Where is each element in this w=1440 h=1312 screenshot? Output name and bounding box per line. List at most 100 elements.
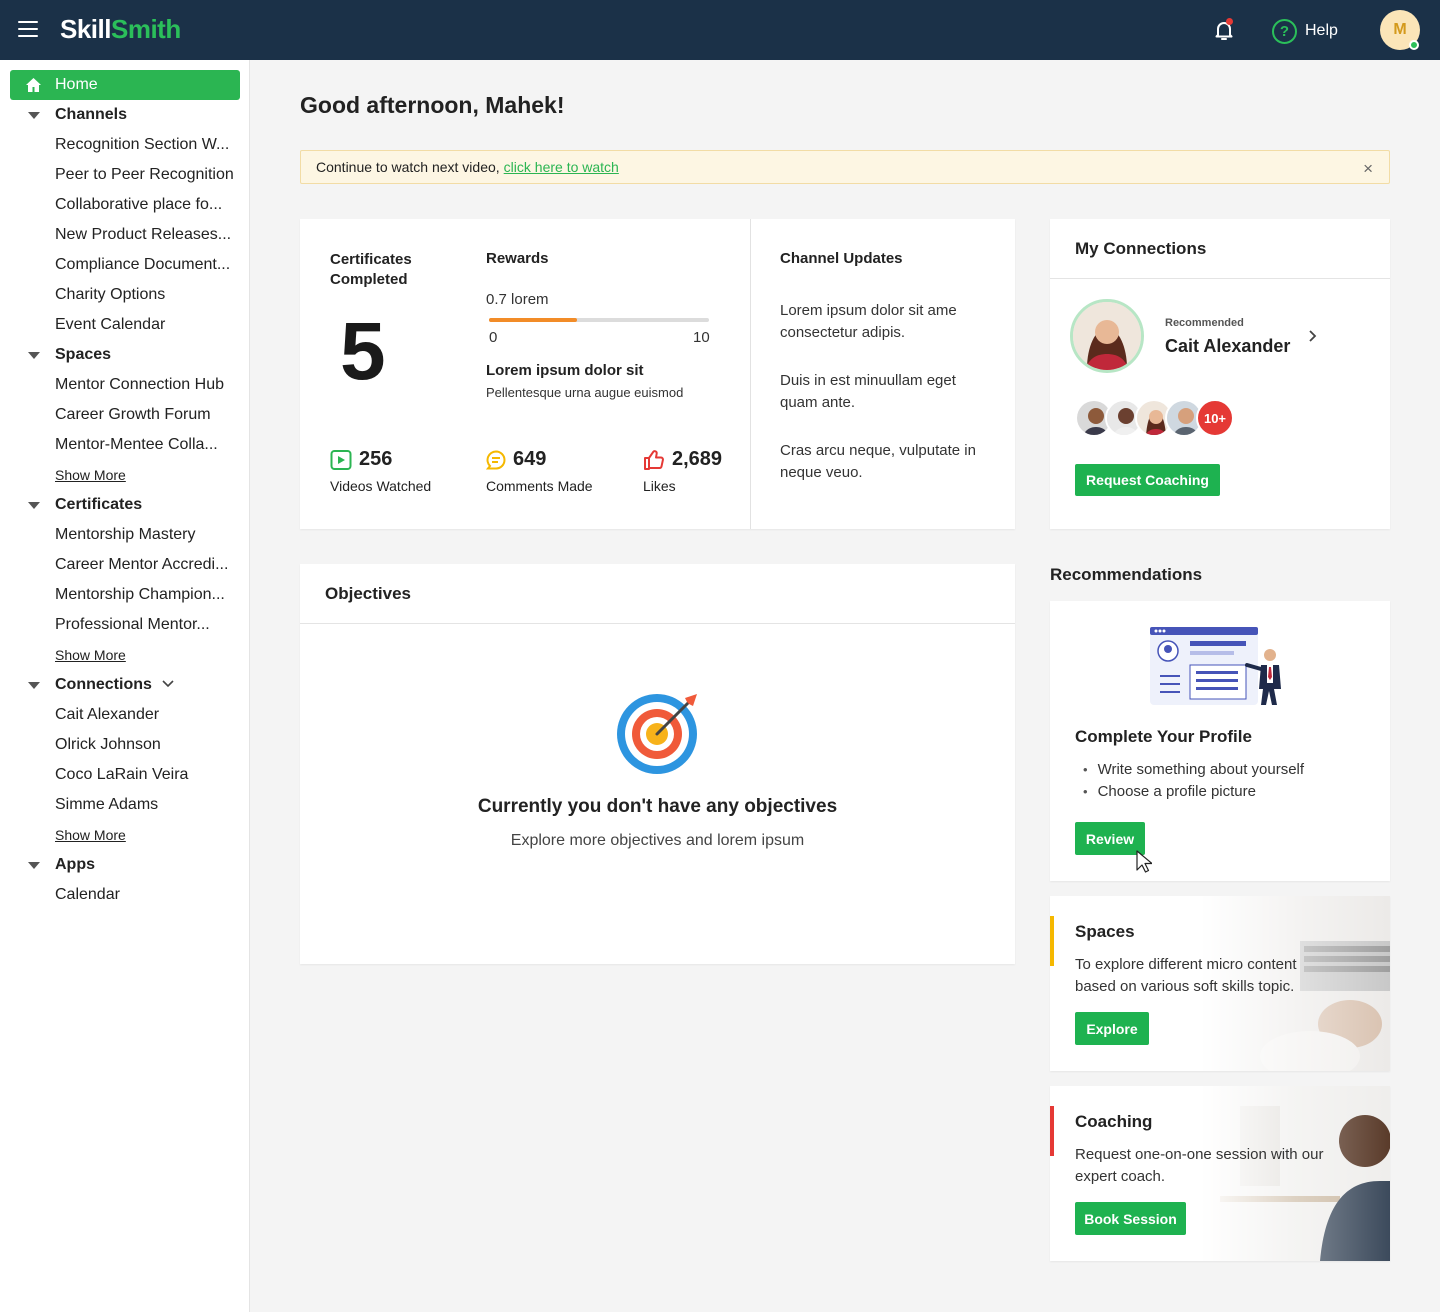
sidebar-item-channel[interactable]: Event Calendar [55,310,240,340]
app-logo[interactable]: SkillSmith [60,14,181,45]
coaching-accent-bar [1050,1106,1054,1156]
comments-count: 649 [513,448,547,470]
caret-down-icon [28,861,40,869]
sidebar-item-connection[interactable]: Olrick Johnson [55,730,240,760]
help-icon: ? [1272,18,1297,44]
sidebar-item-channel[interactable]: Recognition Section W... [55,130,240,160]
section-title: Certificates [55,496,143,513]
stats-card: Certificates Completed 5 Rewards 0.7 lor… [300,219,1015,529]
videos-count: 256 [359,448,393,470]
profile-todo-item: Write something about yourself [1083,759,1305,781]
top-bar: SkillSmith ? Help M [0,0,1440,60]
close-icon[interactable]: × [1363,159,1373,179]
empty-objectives-title: Currently you don't have any objectives [477,796,838,817]
sidebar-item-home[interactable]: Home [10,70,240,100]
videos-label: Videos Watched [330,478,432,494]
home-icon [26,78,41,92]
recommended-avatar[interactable] [1070,299,1144,373]
channel-updates-title: Channel Updates [780,250,903,267]
sidebar-item-certificate[interactable]: Career Mentor Accredi... [55,550,240,580]
objectives-card: Objectives Currently you don't have any … [300,564,1015,964]
progress-min: 0 [489,329,498,346]
sidebar-item-channel[interactable]: Collaborative place fo... [55,190,240,220]
section-title: Spaces [55,346,112,363]
help-button[interactable]: ? Help [1272,18,1338,44]
sidebar-item-channel[interactable]: Peer to Peer Recognition [55,160,240,190]
likes-label: Likes [643,478,676,494]
profile-illustration [1150,627,1281,705]
channel-update-item[interactable]: Lorem ipsum dolor sit ame consectetur ad… [780,300,990,344]
logo-text-smith: Smith [110,14,181,44]
menu-icon[interactable] [18,21,38,39]
sidebar-item-connection[interactable]: Cait Alexander [55,700,240,730]
sidebar-item-channel[interactable]: Compliance Document... [55,250,240,280]
review-button[interactable]: Review [1075,822,1145,855]
section-title: Channels [55,106,128,123]
channel-update-item[interactable]: Duis in est minuullam eget quam ante. [780,370,990,414]
comments-stat: 649 [486,448,546,471]
certificates-count: 5 [340,306,386,397]
recommendations-heading: Recommendations [1050,565,1203,584]
watch-link[interactable]: click here to watch [504,159,619,175]
connections-show-more-link[interactable]: Show More [55,827,126,843]
sidebar-item-certificate[interactable]: Mentorship Mastery [55,520,240,550]
likes-count: 2,689 [672,448,723,470]
rewards-label: Rewards [486,250,549,267]
comments-label: Comments Made [486,478,593,494]
sidebar-item-app[interactable]: Calendar [55,880,240,910]
reward-progress-bar [489,318,709,322]
coaching-card-text: Request one-on-one session with our expe… [1075,1146,1324,1185]
likes-stat: 2,689 [643,448,722,471]
my-connections-card: My Connections Recommended Cait Alexande… [1050,219,1390,529]
certificates-label: Certificates Completed [330,251,412,288]
sidebar-section-certificates[interactable]: Certificates [0,490,250,520]
channel-update-item[interactable]: Cras arcu neque, vulputate in neque veuo… [780,440,990,484]
sidebar-item-certificate[interactable]: Mentorship Champion... [55,580,240,610]
sidebar-section-spaces[interactable]: Spaces [0,340,250,370]
help-label: Help [1305,22,1338,39]
connections-title: My Connections [1075,239,1207,258]
sidebar-section-connections[interactable]: Connections [0,670,250,700]
notification-dot [1226,18,1233,25]
recommended-name[interactable]: Cait Alexander [1165,336,1290,357]
section-title: Connections [55,676,152,693]
reward-progress-fill [489,318,577,322]
sidebar-section-channels[interactable]: Channels [0,100,250,130]
spaces-show-more-link[interactable]: Show More [55,467,126,483]
more-connections-badge[interactable]: 10+ [1196,399,1234,437]
sidebar-item-connection[interactable]: Simme Adams [55,790,240,820]
sidebar-section-apps[interactable]: Apps [0,850,250,880]
request-coaching-button[interactable]: Request Coaching [1075,464,1220,496]
chevron-down-icon[interactable] [162,680,174,688]
sidebar-item-certificate[interactable]: Professional Mentor... [55,610,240,640]
section-title: Apps [55,856,95,873]
book-session-button[interactable]: Book Session [1075,1202,1186,1235]
sidebar-item-space[interactable]: Mentor Connection Hub [55,370,240,400]
explore-button[interactable]: Explore [1075,1012,1149,1045]
sidebar-item-channel[interactable]: Charity Options [55,280,240,310]
continue-watching-banner: Continue to watch next video, click here… [300,150,1390,184]
spaces-card-text: To explore different micro content based… [1075,956,1297,995]
sidebar-item-channel[interactable]: New Product Releases... [55,220,240,250]
coaching-card: Coaching Request one-on-one session with… [1050,1086,1390,1261]
sidebar-item-label: Home [55,76,98,93]
sidebar-item-space[interactable]: Career Growth Forum [55,400,240,430]
spaces-card-title: Spaces [1075,922,1135,941]
complete-profile-card: Complete Your Profile Write something ab… [1050,601,1390,881]
profile-card-title: Complete Your Profile [1075,727,1252,746]
reward-title: Lorem ipsum dolor sit [486,362,644,379]
caret-down-icon [28,351,40,359]
sidebar-item-space[interactable]: Mentor-Mentee Colla... [55,430,240,460]
certificates-show-more-link[interactable]: Show More [55,647,126,663]
connections-header: My Connections [1050,219,1390,279]
profile-todo-item: Choose a profile picture [1083,781,1304,803]
banner-text: Continue to watch next video, [316,159,500,175]
sidebar: Home Channels Recognition Section W... P… [0,60,250,1312]
sidebar-item-connection[interactable]: Coco LaRain Veira [55,760,240,790]
coaching-card-title: Coaching [1075,1112,1153,1131]
chevron-right-icon[interactable] [1308,329,1318,343]
videos-stat: 256 [330,448,392,471]
divider [750,219,751,529]
thumbs-up-icon [644,449,664,470]
recommended-label: Recommended [1165,317,1244,329]
